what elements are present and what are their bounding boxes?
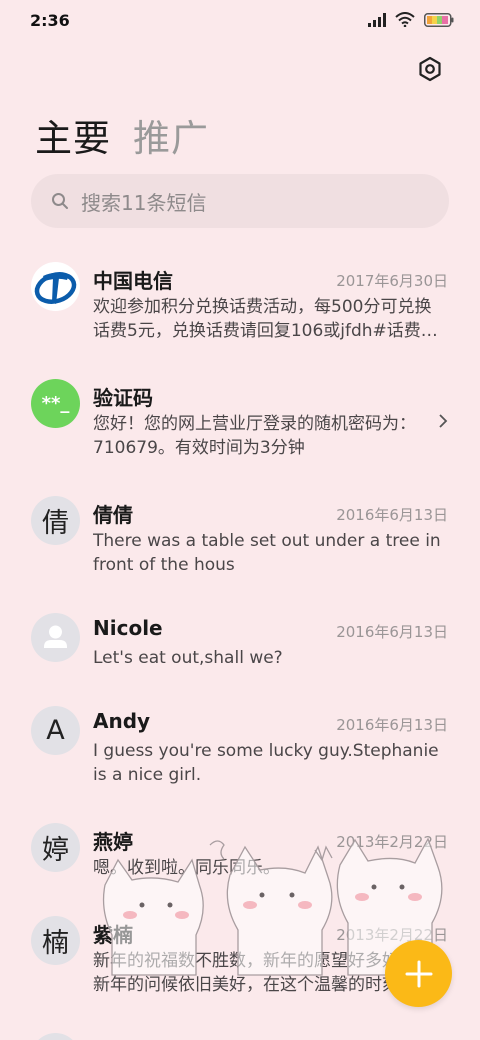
chevron-right-icon[interactable] [438, 413, 448, 429]
sender-name: 子玲 [93, 1036, 133, 1040]
sender-name: 中国电信 [93, 269, 173, 293]
search-icon [52, 193, 68, 209]
conversation-item[interactable]: 倩 倩倩 2016年6月13日 There was a table set ou… [0, 482, 480, 599]
message-preview: Let's eat out,shall we? [93, 648, 283, 668]
wifi-icon [395, 12, 415, 27]
battery-icon [424, 12, 454, 27]
message-preview: I guess you're some lucky guy.Stephanie … [93, 741, 439, 785]
conversation-item[interactable]: A Andy 2016年6月13日 I guess you're some lu… [0, 692, 480, 809]
sender-name: Nicole [93, 616, 163, 640]
message-date: 2016年6月13日 [336, 716, 448, 734]
sender-name: Andy [93, 709, 151, 733]
avatar-text: 婷 [42, 835, 69, 866]
conversation-item[interactable]: **_ 验证码 您好！您的网上营业厅登录的随机密码为：710679。有效时间为3… [0, 365, 480, 482]
message-date: 2016年6月13日 [336, 506, 448, 524]
message-preview: 嗯。收到啦。同乐同乐。 [93, 858, 280, 878]
contact-avatar [31, 1033, 80, 1040]
avatar-text: 楠 [42, 928, 69, 959]
conversation-item[interactable]: 中国电信 2017年6月30日 欢迎参加积分兑换话费活动，每500分可兑换话费5… [0, 248, 480, 365]
conversation-list: 中国电信 2017年6月30日 欢迎参加积分兑换话费活动，每500分可兑换话费5… [0, 248, 480, 1040]
sender-name: 倩倩 [93, 503, 133, 527]
sender-name: 验证码 [93, 386, 153, 410]
avatar-text: 倩 [42, 508, 69, 539]
tab-promotions[interactable]: 推广 [133, 108, 209, 162]
china-telecom-logo-icon [31, 262, 80, 311]
tab-bar: 主要 推广 [35, 108, 209, 162]
search-placeholder: 搜索11条短信 [81, 190, 207, 215]
message-preview: 欢迎参加积分兑换话费活动，每500分可兑换话费5元，兑换话费请回复106或jfd… [93, 297, 438, 341]
person-icon [44, 625, 67, 648]
plus-icon [405, 960, 432, 987]
status-time: 2:36 [30, 11, 70, 30]
message-preview: There was a table set out under a tree i… [93, 531, 441, 575]
status-bar: 2:36 [0, 0, 480, 40]
avatar-text: **_ [41, 393, 70, 414]
status-icons [368, 12, 454, 27]
contact-avatar: 倩 [31, 496, 80, 545]
message-date: 2016年6月13日 [336, 623, 448, 641]
conversation-item[interactable]: 婷 燕婷 2013年2月22日 嗯。收到啦。同乐同乐。 [0, 809, 480, 902]
search-input[interactable]: 搜索11条短信 [31, 174, 449, 228]
conversation-item[interactable]: 子玲 [0, 1019, 480, 1040]
avatar-text: A [46, 715, 65, 746]
verification-code-avatar: **_ [31, 379, 80, 428]
message-preview: 您好！您的网上营业厅登录的随机密码为：710679。有效时间为3分钟 [93, 414, 416, 458]
settings-button[interactable] [416, 55, 444, 83]
new-message-button[interactable] [385, 940, 452, 1007]
signal-icon [368, 12, 386, 27]
contact-avatar: 婷 [31, 823, 80, 872]
message-date: 2017年6月30日 [336, 272, 448, 290]
sender-name: 紫楠 [93, 923, 133, 947]
contact-avatar: A [31, 706, 80, 755]
message-date: 2013年2月22日 [336, 833, 448, 851]
conversation-item[interactable]: Nicole 2016年6月13日 Let's eat out,shall we… [0, 599, 480, 692]
contact-avatar [31, 613, 80, 662]
contact-avatar: 楠 [31, 916, 80, 965]
sender-name: 燕婷 [93, 830, 133, 854]
tab-primary[interactable]: 主要 [35, 108, 111, 162]
settings-icon [419, 56, 441, 82]
